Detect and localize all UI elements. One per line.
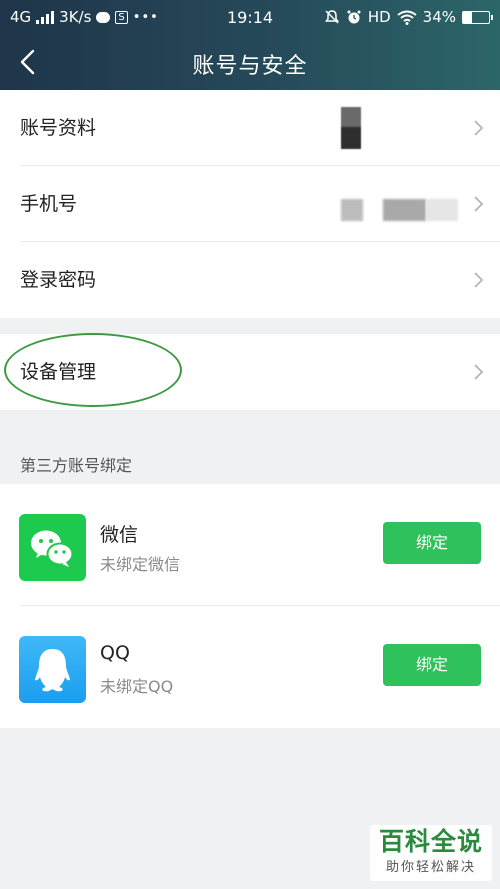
third-party-group: 微信 未绑定微信 绑定 QQ 未绑定QQ 绑定 <box>0 484 500 728</box>
chevron-right-icon <box>474 196 484 212</box>
row-label: 登录密码 <box>20 269 97 291</box>
battery-icon <box>462 10 493 24</box>
status-right: HD 34% <box>324 8 493 26</box>
row-wechat: 微信 未绑定微信 绑定 <box>0 484 500 606</box>
watermark-title: 百科全说 <box>378 827 483 856</box>
app-header: 4G 3K/s S ••• 19:14 HD 34% 账号与安全 <box>0 0 500 90</box>
blurred-avatar <box>341 107 361 149</box>
row-label: 设备管理 <box>20 361 97 383</box>
row-login-password[interactable]: 登录密码 <box>0 242 500 318</box>
bind-status: 未绑定QQ <box>100 677 174 696</box>
row-device-management[interactable]: 设备管理 <box>0 334 500 410</box>
chevron-right-icon <box>474 364 484 380</box>
row-qq: QQ 未绑定QQ 绑定 <box>0 606 500 728</box>
battery-percent: 34% <box>422 8 456 26</box>
blurred-phone-part <box>383 199 426 221</box>
alarm-icon <box>347 10 361 24</box>
app-name: QQ <box>100 642 130 664</box>
wechat-icon <box>19 514 86 581</box>
row-label: 账号资料 <box>20 117 97 139</box>
app-name: 微信 <box>100 524 139 546</box>
blurred-phone-part <box>426 199 458 221</box>
bind-wechat-button[interactable]: 绑定 <box>383 522 481 564</box>
watermark-subtitle: 助你轻松解决 <box>385 860 476 875</box>
account-group: 账号资料 手机号 登录密码 <box>0 90 500 318</box>
watermark-logo: 百科全说 助你轻松解决 <box>370 825 492 881</box>
section-title-third-party: 第三方账号绑定 <box>20 456 133 475</box>
qq-penguin-icon <box>19 636 86 703</box>
hd-label: HD <box>367 8 391 26</box>
bind-qq-button[interactable]: 绑定 <box>383 644 481 686</box>
bell-muted-icon <box>324 10 339 24</box>
row-label: 手机号 <box>20 193 78 215</box>
page-title: 账号与安全 <box>192 54 308 79</box>
row-account-profile[interactable]: 账号资料 <box>0 90 500 166</box>
device-group: 设备管理 <box>0 334 500 410</box>
blurred-phone-part <box>341 199 363 221</box>
bind-status: 未绑定微信 <box>100 555 181 574</box>
chevron-right-icon <box>474 272 484 288</box>
status-bar: 4G 3K/s S ••• 19:14 HD 34% <box>0 0 500 36</box>
row-phone-number[interactable]: 手机号 <box>0 166 500 242</box>
chevron-right-icon <box>474 120 484 136</box>
battery-fill <box>463 11 472 23</box>
wifi-icon <box>397 10 417 25</box>
